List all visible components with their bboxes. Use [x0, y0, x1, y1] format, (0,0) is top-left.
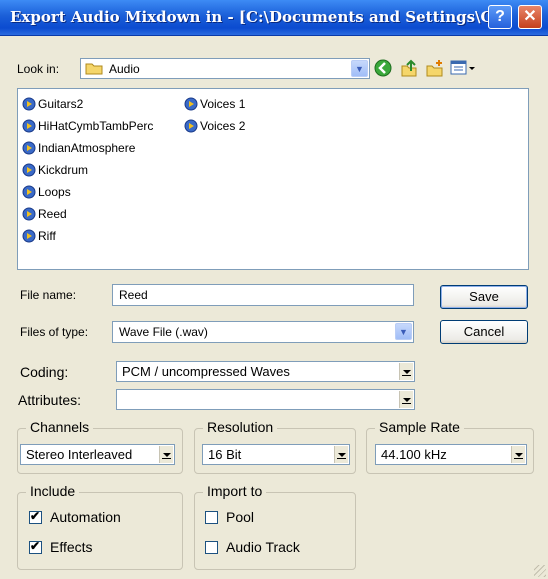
- attributes-dropdown[interactable]: [116, 389, 415, 410]
- audio-file-icon: [22, 141, 36, 155]
- window-title: Export Audio Mixdown in - [C:\Documents …: [10, 8, 508, 26]
- automation-checkbox[interactable]: [29, 509, 42, 524]
- audio-file-icon: [22, 207, 36, 221]
- file-name: IndianAtmosphere: [38, 140, 136, 155]
- look-in-dropdown[interactable]: Audio ▼: [80, 58, 370, 79]
- file-item-voices-2[interactable]: Voices 2: [184, 118, 245, 136]
- file-list[interactable]: Guitars2 HiHatCymbTambPerc IndianAtmosph…: [17, 88, 529, 270]
- chevron-down-icon[interactable]: ▼: [395, 323, 412, 340]
- files-of-type-value: Wave File (.wav): [119, 325, 208, 339]
- files-of-type-label: Files of type:: [20, 325, 89, 339]
- import-to-title: Import to: [203, 483, 267, 499]
- file-item-guitars2[interactable]: Guitars2: [22, 96, 83, 114]
- file-name-label: File name:: [20, 288, 77, 302]
- file-item-reed[interactable]: Reed: [22, 206, 67, 224]
- audio-file-icon: [22, 229, 36, 243]
- sample-rate-value: 44.100 kHz: [381, 447, 447, 462]
- file-name: Voices 1: [200, 96, 246, 111]
- save-button[interactable]: Save: [440, 285, 528, 309]
- channels-value: Stereo Interleaved: [26, 447, 133, 462]
- file-item-kickdrum[interactable]: Kickdrum: [22, 162, 88, 180]
- import-to-group: Import to: [194, 483, 356, 570]
- resolution-dropdown[interactable]: 16 Bit: [202, 444, 350, 465]
- chevron-down-icon[interactable]: [399, 391, 413, 408]
- close-button[interactable]: ✕: [518, 5, 542, 29]
- audio-file-icon: [184, 97, 198, 111]
- audio-file-icon: [184, 119, 198, 133]
- audio-track-label[interactable]: Audio Track: [226, 539, 300, 555]
- attributes-label: Attributes:: [18, 392, 82, 408]
- chevron-down-icon[interactable]: [399, 363, 413, 380]
- chevron-down-icon[interactable]: [159, 446, 173, 463]
- effects-label[interactable]: Effects: [50, 539, 93, 555]
- file-item-indianatmosphere[interactable]: IndianAtmosphere: [22, 140, 135, 158]
- file-name: Kickdrum: [38, 162, 89, 177]
- resolution-title: Resolution: [203, 419, 278, 435]
- folder-icon: [85, 63, 103, 75]
- pool-label[interactable]: Pool: [226, 509, 254, 525]
- view-menu-icon[interactable]: [450, 59, 476, 77]
- file-name: Guitars2: [38, 96, 84, 111]
- channels-title: Channels: [26, 419, 94, 435]
- file-item-loops[interactable]: Loops: [22, 184, 71, 202]
- cancel-button[interactable]: Cancel: [440, 320, 528, 344]
- audio-file-icon: [22, 185, 36, 199]
- chevron-down-icon[interactable]: [511, 446, 525, 463]
- channels-dropdown[interactable]: Stereo Interleaved: [20, 444, 175, 465]
- effects-checkbox[interactable]: [29, 539, 42, 554]
- coding-label: Coding:: [20, 364, 69, 380]
- look-in-label: Look in:: [17, 62, 60, 76]
- sample-rate-dropdown[interactable]: 44.100 kHz: [375, 444, 527, 465]
- file-name: Voices 2: [200, 118, 246, 133]
- file-name-input[interactable]: Reed: [112, 284, 414, 306]
- resolution-value: 16 Bit: [208, 447, 242, 462]
- file-name: HiHatCymbTambPerc: [38, 118, 154, 133]
- back-icon[interactable]: [374, 59, 392, 77]
- audio-track-checkbox[interactable]: [205, 541, 218, 554]
- files-of-type-dropdown[interactable]: Wave File (.wav) ▼: [112, 321, 414, 343]
- automation-label[interactable]: Automation: [50, 509, 121, 525]
- include-title: Include: [26, 483, 80, 499]
- file-name-value: Reed: [119, 288, 148, 302]
- file-name: Loops: [38, 184, 71, 199]
- coding-value: PCM / uncompressed Waves: [122, 364, 290, 379]
- help-button[interactable]: ?: [488, 5, 512, 29]
- pool-checkbox[interactable]: [205, 511, 218, 524]
- coding-dropdown[interactable]: PCM / uncompressed Waves: [116, 361, 415, 382]
- audio-file-icon: [22, 163, 36, 177]
- file-item-hihatcymbtambperc[interactable]: HiHatCymbTambPerc: [22, 118, 153, 136]
- file-item-riff[interactable]: Riff: [22, 228, 56, 246]
- new-folder-icon[interactable]: [426, 59, 444, 77]
- title-bar[interactable]: Export Audio Mixdown in - [C:\Documents …: [0, 0, 548, 36]
- look-in-value: Audio: [109, 62, 140, 76]
- up-folder-icon[interactable]: [400, 59, 418, 77]
- file-name: Riff: [38, 228, 56, 243]
- sample-rate-title: Sample Rate: [375, 419, 464, 435]
- chevron-down-icon[interactable]: ▼: [351, 60, 368, 77]
- file-item-voices-1[interactable]: Voices 1: [184, 96, 245, 114]
- chevron-down-icon[interactable]: [334, 446, 348, 463]
- audio-file-icon: [22, 97, 36, 111]
- audio-file-icon: [22, 119, 36, 133]
- include-group: Include: [17, 483, 183, 570]
- file-name: Reed: [38, 206, 67, 221]
- resize-grip[interactable]: [534, 565, 546, 577]
